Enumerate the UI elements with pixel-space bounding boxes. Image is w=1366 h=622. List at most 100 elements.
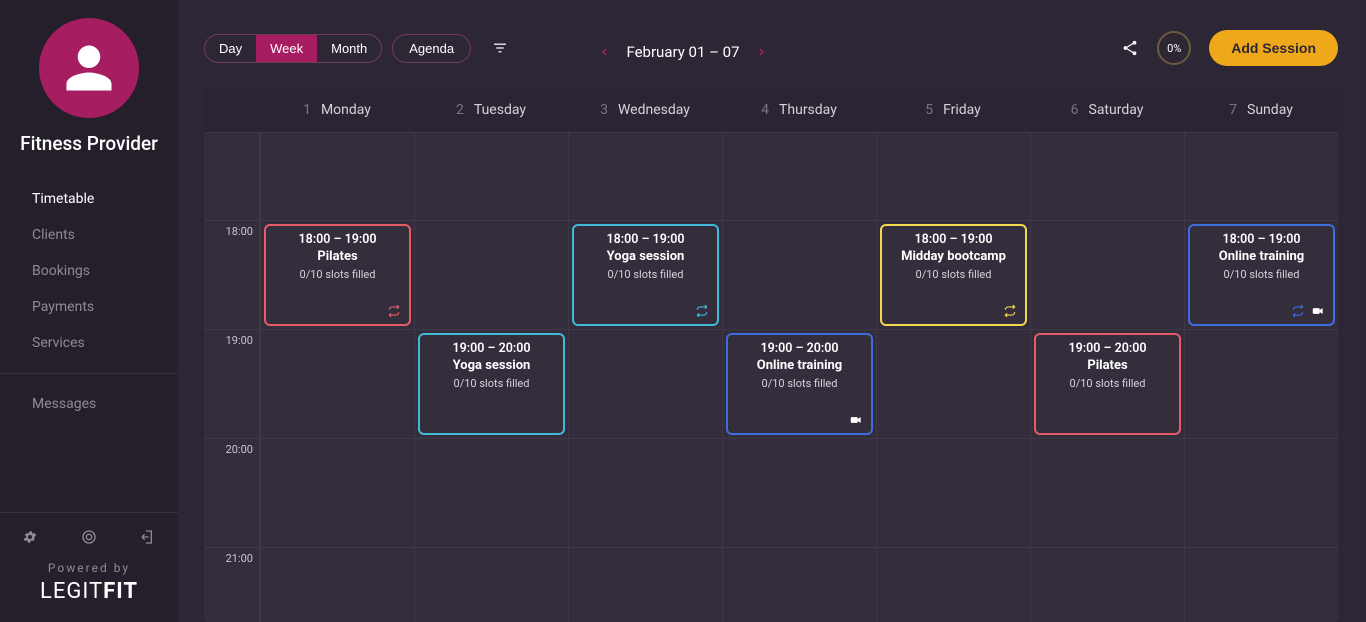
settings-icon[interactable] <box>22 529 38 545</box>
event-slots: 0/10 slots filled <box>424 377 559 390</box>
calendar-cell[interactable] <box>568 438 722 547</box>
add-session-button[interactable]: Add Session <box>1209 30 1338 66</box>
time-label: 18:00 <box>204 220 260 329</box>
event-slots: 0/10 slots filled <box>732 377 867 390</box>
calendar-cell[interactable] <box>260 329 414 438</box>
time-label: 19:00 <box>204 329 260 438</box>
day-header: 1Monday <box>260 88 414 132</box>
calendar-cell[interactable] <box>260 547 414 622</box>
event-icons <box>732 411 867 429</box>
event-card[interactable]: 18:00 – 19:00Yoga session0/10 slots fill… <box>572 224 719 326</box>
event-card[interactable]: 19:00 – 20:00Yoga session0/10 slots fill… <box>418 333 565 435</box>
person-icon <box>62 41 116 95</box>
event-slots: 0/10 slots filled <box>270 268 405 281</box>
calendar-cell[interactable] <box>722 220 876 329</box>
calendar-cell[interactable] <box>414 220 568 329</box>
calendar-cell[interactable] <box>1184 438 1338 547</box>
event-title: Pilates <box>270 249 405 264</box>
calendar-cell[interactable] <box>414 547 568 622</box>
calendar-cell[interactable] <box>568 329 722 438</box>
calendar-cell[interactable] <box>876 438 1030 547</box>
event-icons <box>578 302 713 320</box>
calendar-cell[interactable]: 18:00 – 19:00 Pilates 0/10 slots filled <box>260 220 414 329</box>
day-header: 6Saturday <box>1030 88 1184 132</box>
sidebar: Fitness Provider Timetable Clients Booki… <box>0 0 178 622</box>
calendar-cell[interactable] <box>260 132 414 220</box>
calendar-cell[interactable] <box>722 547 876 622</box>
calendar-cell[interactable] <box>414 132 568 220</box>
event-title: Midday bootcamp <box>886 249 1021 264</box>
event-title: Online training <box>732 358 867 373</box>
calendar-cell[interactable] <box>722 438 876 547</box>
view-week-button[interactable]: Week <box>256 35 317 62</box>
share-icon[interactable] <box>1121 39 1139 57</box>
calendar-cell[interactable] <box>260 438 414 547</box>
event-time: 18:00 – 19:00 <box>270 232 405 247</box>
calendar-cell[interactable] <box>1184 547 1338 622</box>
event-card[interactable]: 19:00 – 20:00Online training0/10 slots f… <box>726 333 873 435</box>
nav-messages[interactable]: Messages <box>0 386 178 422</box>
calendar-cell[interactable] <box>568 547 722 622</box>
calendar-cell[interactable]: 19:00 – 20:00Yoga session0/10 slots fill… <box>414 329 568 438</box>
avatar[interactable] <box>39 18 139 118</box>
view-toggle: Day Week Month <box>204 34 382 63</box>
calendar-cell[interactable] <box>876 329 1030 438</box>
calendar-cell[interactable] <box>568 132 722 220</box>
view-day-button[interactable]: Day <box>205 35 256 62</box>
day-header: 2Tuesday <box>414 88 568 132</box>
calendar: 1Monday 2Tuesday 3Wednesday 4Thursday 5F… <box>204 88 1338 622</box>
time-label <box>204 132 260 220</box>
logo-part-b: FIT <box>103 579 138 604</box>
time-label: 21:00 <box>204 547 260 622</box>
day-header: 7Sunday <box>1184 88 1338 132</box>
event-icons <box>886 302 1021 320</box>
calendar-cell[interactable] <box>1030 547 1184 622</box>
sidebar-nav: Timetable Clients Bookings Payments Serv… <box>0 181 178 422</box>
calendar-cell[interactable] <box>1184 132 1338 220</box>
calendar-cell[interactable] <box>876 132 1030 220</box>
event-icons <box>270 302 405 320</box>
event-time: 18:00 – 19:00 <box>886 232 1021 247</box>
event-card[interactable]: 18:00 – 19:00Online training0/10 slots f… <box>1188 224 1335 326</box>
event-icons <box>1040 425 1175 429</box>
nav-clients[interactable]: Clients <box>0 217 178 253</box>
calendar-cell[interactable] <box>1030 438 1184 547</box>
calendar-cell[interactable]: 19:00 – 20:00Pilates0/10 slots filled <box>1030 329 1184 438</box>
calendar-cell[interactable] <box>1030 132 1184 220</box>
nav-services[interactable]: Services <box>0 325 178 361</box>
calendar-cell[interactable] <box>1030 220 1184 329</box>
calendar-header: 1Monday 2Tuesday 3Wednesday 4Thursday 5F… <box>204 88 1338 132</box>
calendar-cell[interactable]: 19:00 – 20:00Online training0/10 slots f… <box>722 329 876 438</box>
event-slots: 0/10 slots filled <box>1040 377 1175 390</box>
logo: LEGITFIT <box>40 579 138 604</box>
calendar-cell[interactable]: 18:00 – 19:00Yoga session0/10 slots fill… <box>568 220 722 329</box>
calendar-cell[interactable] <box>414 438 568 547</box>
event-time: 19:00 – 20:00 <box>1040 341 1175 356</box>
event-time: 18:00 – 19:00 <box>578 232 713 247</box>
filter-icon[interactable] <box>491 39 509 57</box>
event-card[interactable]: 19:00 – 20:00Pilates0/10 slots filled <box>1034 333 1181 435</box>
event-title: Online training <box>1194 249 1329 264</box>
event-card[interactable]: 18:00 – 19:00Midday bootcamp0/10 slots f… <box>880 224 1027 326</box>
nav-payments[interactable]: Payments <box>0 289 178 325</box>
calendar-cell[interactable]: 18:00 – 19:00Midday bootcamp0/10 slots f… <box>876 220 1030 329</box>
main: Day Week Month Agenda 0% Add Session Feb… <box>178 0 1366 622</box>
agenda-button[interactable]: Agenda <box>392 34 471 63</box>
logout-icon[interactable] <box>140 529 156 545</box>
calendar-cell[interactable]: 18:00 – 19:00Online training0/10 slots f… <box>1184 220 1338 329</box>
calendar-cell[interactable] <box>1184 329 1338 438</box>
event-card[interactable]: 18:00 – 19:00 Pilates 0/10 slots filled <box>264 224 411 326</box>
calendar-cell[interactable] <box>876 547 1030 622</box>
nav-timetable[interactable]: Timetable <box>0 181 178 217</box>
calendar-cell[interactable] <box>722 132 876 220</box>
percent-badge[interactable]: 0% <box>1157 31 1191 65</box>
prev-week-icon[interactable] <box>598 44 610 60</box>
help-icon[interactable] <box>81 529 97 545</box>
date-nav: February 01 – 07 <box>598 43 767 61</box>
view-month-button[interactable]: Month <box>317 35 381 62</box>
event-icons <box>1194 302 1329 320</box>
next-week-icon[interactable] <box>756 44 768 60</box>
event-title: Yoga session <box>424 358 559 373</box>
nav-bookings[interactable]: Bookings <box>0 253 178 289</box>
event-title: Yoga session <box>578 249 713 264</box>
